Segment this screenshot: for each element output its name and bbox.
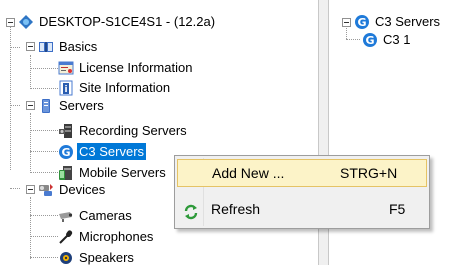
collapse-toggle-basics[interactable]: [26, 42, 35, 51]
tree-node-label: Basics: [59, 39, 98, 54]
tree-node-servers[interactable]: Servers: [38, 97, 106, 114]
tree-node-label: Mobile Servers: [79, 165, 166, 180]
collapse-toggle-root[interactable]: [6, 18, 15, 27]
tree-node-label: Microphones: [79, 229, 154, 244]
tree-node-c3-servers[interactable]: G C3 Servers: [58, 143, 147, 160]
svg-text:G: G: [365, 34, 374, 47]
collapse-toggle-servers[interactable]: [26, 101, 35, 110]
microphone-icon: [58, 229, 74, 245]
mobile-server-icon: [58, 165, 74, 181]
menu-item-label: Add New ...: [212, 165, 285, 181]
menu-item-label: Refresh: [211, 201, 261, 217]
menu-item-refresh[interactable]: Refresh F5: [177, 195, 427, 223]
tree-node-c3-servers-root[interactable]: G C3 Servers: [354, 13, 442, 30]
svg-text:G: G: [61, 146, 70, 159]
license-icon: [58, 60, 74, 76]
tree-node-label: Cameras: [79, 208, 132, 223]
menu-item-shortcut: F5: [389, 201, 406, 217]
tree-node-speakers[interactable]: Speakers: [58, 249, 136, 266]
server-globe-icon: [18, 14, 34, 30]
refresh-icon: [183, 201, 199, 220]
tree-node-root[interactable]: DESKTOP-S1CE4S1 - (12.2a): [18, 13, 217, 30]
tree-node-label: Recording Servers: [79, 123, 187, 138]
tree-node-c3-1[interactable]: G C3 1: [362, 31, 412, 48]
tree-node-recording-servers[interactable]: Recording Servers: [58, 122, 189, 139]
tree-node-label: License Information: [79, 60, 193, 75]
tree-node-label: C3 1: [383, 32, 411, 47]
info-icon: i: [58, 80, 74, 96]
collapse-toggle-devices[interactable]: [26, 185, 35, 194]
menu-item-shortcut: STRG+N: [340, 165, 398, 181]
collapse-toggle-c3-servers[interactable]: [342, 18, 351, 27]
camera-icon: [58, 208, 74, 224]
book-icon: [38, 39, 54, 55]
tree-node-site-information[interactable]: i Site Information: [58, 79, 172, 96]
tree-node-label: Speakers: [79, 250, 134, 265]
tree-node-label: Devices: [59, 182, 106, 197]
tree-node-label: Site Information: [79, 80, 171, 95]
context-menu: Add New ... STRG+N Refresh F5: [174, 155, 430, 229]
tree-node-basics[interactable]: Basics: [38, 38, 99, 55]
tree-node-license-information[interactable]: License Information: [58, 59, 194, 76]
menu-item-add-new[interactable]: Add New ... STRG+N: [177, 159, 427, 187]
recording-server-icon: [58, 123, 74, 139]
tree-node-mobile-servers[interactable]: Mobile Servers: [58, 164, 168, 181]
tree-node-devices[interactable]: Devices: [38, 181, 107, 198]
tree-node-label: C3 Servers: [375, 14, 441, 29]
svg-text:i: i: [64, 85, 67, 95]
c3-server-icon: G: [362, 32, 378, 48]
tree-node-label: DESKTOP-S1CE4S1 - (12.2a): [39, 14, 216, 29]
tree-node-label-selected: C3 Servers: [77, 143, 147, 160]
tree-node-label: Servers: [59, 98, 104, 113]
server-icon: [38, 98, 54, 114]
devices-icon: [38, 182, 54, 198]
svg-text:G: G: [357, 16, 366, 29]
tree-node-cameras[interactable]: Cameras: [58, 207, 134, 224]
tree-node-microphones[interactable]: Microphones: [58, 228, 155, 245]
speaker-icon: [58, 250, 74, 266]
c3-server-icon: G: [354, 14, 370, 30]
c3-server-icon: G: [58, 144, 74, 160]
